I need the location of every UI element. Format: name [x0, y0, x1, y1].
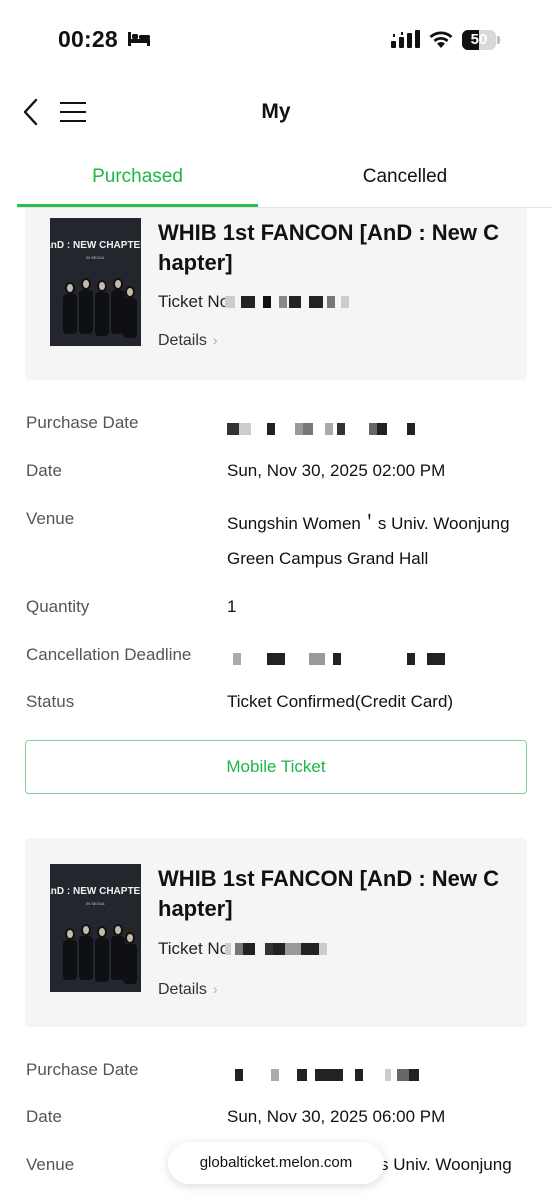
- poster-image: AnD : NEW CHAPTER IN SEOUL: [50, 864, 141, 992]
- date-label: Date: [26, 1107, 62, 1126]
- wifi-icon: [429, 31, 453, 48]
- status-bar: 00:28 50: [0, 0, 552, 80]
- tab-purchased[interactable]: Purchased: [17, 150, 258, 207]
- poster-subtitle: IN SEOUL: [86, 255, 105, 260]
- signal-icon: [391, 30, 420, 48]
- bed-icon: [128, 32, 150, 46]
- chevron-right-icon: ›: [212, 332, 218, 348]
- battery-level: 50: [470, 31, 488, 48]
- tab-cancelled[interactable]: Cancelled: [258, 150, 552, 207]
- status-time: 00:28: [58, 26, 118, 52]
- details-label: Details: [158, 981, 207, 998]
- poster-title: AnD : NEW CHAPTER: [50, 240, 141, 251]
- status-value: Ticket Confirmed(Credit Card): [227, 692, 454, 711]
- date-label: Date: [26, 461, 62, 480]
- venue-label: Venue: [26, 1155, 75, 1174]
- order-card: AnD : NEW CHAPTER IN SEOUL WHIB 1st FANC…: [25, 838, 527, 1027]
- redacted-ticket-number: [225, 940, 328, 958]
- poster-subtitle: IN SEOUL: [86, 901, 105, 906]
- purchase-date-label: Purchase Date: [26, 1060, 139, 1079]
- mobile-ticket-button[interactable]: Mobile Ticket: [25, 740, 527, 794]
- quantity-label: Quantity: [26, 597, 90, 616]
- poster-image: AnD : NEW CHAPTER IN SEOUL: [50, 218, 141, 346]
- event-title: WHIB 1st FANCON [AnD : New C hapter]: [158, 220, 499, 275]
- status-label: Status: [26, 692, 75, 711]
- ticket-number-label: Ticket No: [158, 939, 230, 958]
- details-link[interactable]: Details ›: [158, 332, 218, 350]
- tab-bar: Purchased Cancelled: [17, 150, 552, 208]
- cancellation-deadline-label: Cancellation Deadline: [26, 645, 192, 664]
- event-poster[interactable]: AnD : NEW CHAPTER IN SEOUL: [50, 864, 141, 992]
- purchase-date-label: Purchase Date: [26, 413, 139, 432]
- battery-icon: 50: [462, 30, 500, 50]
- ticket-number: Ticket No: [158, 292, 350, 312]
- venue-label: Venue: [26, 509, 75, 528]
- details-label: Details: [158, 332, 207, 349]
- redacted-cancellation-deadline: [227, 650, 445, 670]
- venue-line-2: Green Campus Grand Hall: [227, 549, 429, 568]
- page-title: My: [261, 100, 291, 123]
- quantity-value: 1: [227, 597, 237, 616]
- redacted-purchase-date: [227, 420, 415, 440]
- date-value: Sun, Nov 30, 2025 06:00 PM: [227, 1107, 446, 1126]
- header: My: [0, 80, 552, 144]
- redacted-ticket-number: [225, 293, 350, 311]
- details-link[interactable]: Details ›: [158, 981, 218, 999]
- order-card: AnD : NEW CHAPTER IN SEOUL WHIB 1st FANC…: [25, 208, 527, 380]
- venue-line-1: s Univ. Woonjung: [380, 1155, 512, 1174]
- date-value: Sun, Nov 30, 2025 02:00 PM: [227, 461, 446, 480]
- ticket-number-label: Ticket No: [158, 292, 230, 311]
- poster-title: AnD : NEW CHAPTER: [50, 886, 141, 897]
- url-bar[interactable]: globalticket.melon.com: [168, 1142, 384, 1184]
- event-poster[interactable]: AnD : NEW CHAPTER IN SEOUL: [50, 218, 141, 346]
- venue-line-1: Sungshin Women＇s Univ. Woonjung: [227, 514, 510, 533]
- chevron-right-icon: ›: [212, 981, 218, 997]
- redacted-purchase-date: [227, 1066, 419, 1086]
- order-list[interactable]: AnD : NEW CHAPTER IN SEOUL WHIB 1st FANC…: [0, 208, 552, 1200]
- event-title: WHIB 1st FANCON [AnD : New C hapter]: [158, 866, 499, 921]
- ticket-number: Ticket No: [158, 939, 328, 959]
